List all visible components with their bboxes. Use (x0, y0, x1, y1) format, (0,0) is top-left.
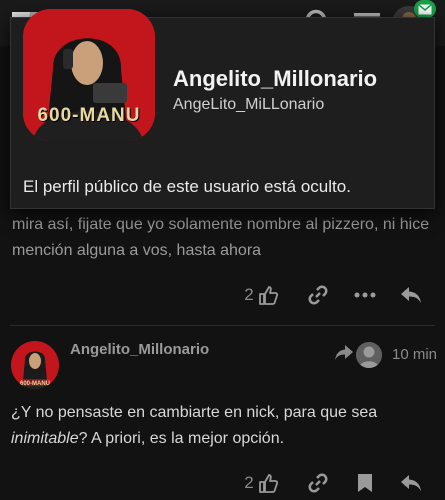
reply-icon[interactable] (398, 281, 424, 309)
hidden-profile-message: El perfil público de este usuario está o… (23, 177, 351, 196)
post-author-avatar[interactable]: 600-MANU (11, 341, 59, 389)
post-text-segment: ? A priori, es la mejor opción. (78, 430, 285, 447)
post-text-emphasis: inimitable (11, 430, 79, 447)
like-button[interactable]: 2 (238, 281, 284, 309)
user-card: 600-MANU Angelito_Millonario AngeLito_Mi… (10, 9, 435, 209)
post-body: mira así, fijate que yo solamente nombre… (12, 216, 430, 259)
envelope-icon[interactable] (414, 0, 436, 18)
more-options-icon[interactable] (352, 281, 378, 309)
reply-icon[interactable] (398, 469, 424, 497)
post-author-name[interactable]: Angelito_Millonario (70, 341, 209, 358)
post-text-segment: ¿Y no pensaste en cambiarte en nick, par… (11, 404, 378, 421)
link-icon[interactable] (303, 281, 333, 309)
post-actions: 2 (0, 281, 445, 309)
thumbs-up-icon (258, 286, 278, 305)
avatar-caption: 600-MANU (37, 105, 141, 126)
post-divider (10, 325, 435, 326)
reply-to-icon[interactable] (334, 344, 354, 364)
link-icon[interactable] (303, 469, 333, 497)
user-card-avatar[interactable]: 600-MANU (23, 9, 155, 141)
svg-text:600-MANU: 600-MANU (20, 381, 50, 387)
user-display-name[interactable]: Angelito_Millonario (173, 66, 377, 92)
reply-to-avatar[interactable] (356, 342, 382, 368)
post-actions: 2 (0, 469, 445, 497)
like-count: 2 (244, 473, 254, 492)
like-count: 2 (244, 285, 254, 304)
post-timestamp[interactable]: 10 min (392, 346, 437, 363)
like-button[interactable]: 2 (238, 469, 284, 497)
user-username: AngeLito_MiLLonario (173, 96, 325, 113)
post-body: ¿Y no pensaste en cambiarte en nick, par… (11, 400, 436, 452)
thumbs-up-icon (258, 474, 278, 493)
bookmark-icon[interactable] (354, 469, 376, 497)
